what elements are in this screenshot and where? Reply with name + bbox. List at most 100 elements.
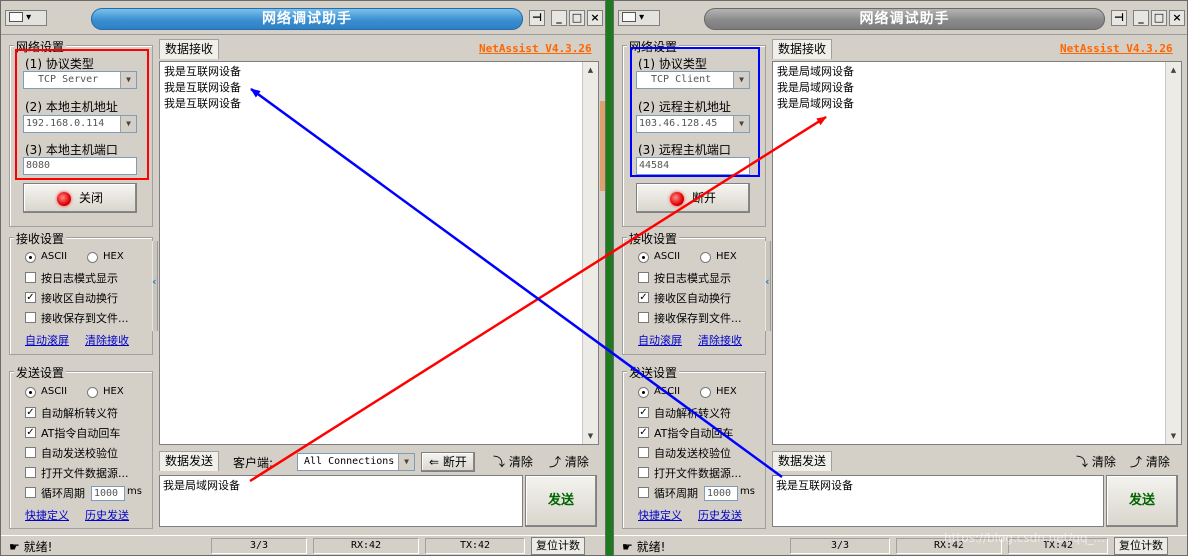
tab-data-send[interactable]: 数据发送 xyxy=(772,451,833,471)
send-file-source-label: 打开文件数据源... xyxy=(654,467,742,480)
send-ascii-radio[interactable] xyxy=(25,387,36,398)
port-label: (3) 远程主机端口 xyxy=(638,143,731,157)
recv-hex-radio[interactable] xyxy=(87,252,98,263)
send-at-cr-checkbox[interactable]: ✓ xyxy=(25,427,36,438)
send-ascii-radio[interactable] xyxy=(638,387,649,398)
history-send-link[interactable]: 历史发送 xyxy=(698,507,742,523)
auto-scroll-link[interactable]: 自动滚屏 xyxy=(25,332,69,348)
recv-ascii-label: ASCII xyxy=(41,251,68,262)
send-file-source-checkbox[interactable] xyxy=(638,467,649,478)
scroll-down-icon[interactable]: ▼ xyxy=(1166,428,1181,444)
chevron-down-icon: ▼ xyxy=(120,116,136,132)
recv-auto-wrap-label: 接收区自动换行 xyxy=(654,292,731,305)
client-select[interactable]: All Connections ▼ xyxy=(297,453,415,471)
brand-link[interactable]: NetAssist V4.3.26 xyxy=(1060,42,1173,55)
pin-icon[interactable]: ⊣ xyxy=(529,10,545,26)
clear-recv-link[interactable]: 清除接收 xyxy=(85,332,129,348)
receive-area[interactable]: 我是互联网设备 我是互联网设备 我是互联网设备 ▲ ▼ xyxy=(159,61,599,445)
send-hex-radio[interactable] xyxy=(87,387,98,398)
history-send-link[interactable]: 历史发送 xyxy=(85,507,129,523)
recv-ascii-radio[interactable] xyxy=(638,252,649,263)
tab-data-send[interactable]: 数据发送 xyxy=(159,451,220,471)
receive-scrollbar[interactable]: ▲ ▼ xyxy=(582,62,598,444)
recv-ascii-radio[interactable] xyxy=(25,252,36,263)
recv-save-file-checkbox[interactable] xyxy=(25,312,36,323)
recv-hex-radio[interactable] xyxy=(700,252,711,263)
port-input[interactable]: 8080 xyxy=(23,157,137,175)
clear-recv-link[interactable]: 清除接收 xyxy=(698,332,742,348)
disconnect-client-button[interactable]: ⇐ 断开 xyxy=(421,452,475,472)
send-file-source-label: 打开文件数据源... xyxy=(41,467,129,480)
protocol-select[interactable]: TCP Client ▼ xyxy=(636,71,750,89)
receive-scrollbar[interactable]: ▲ ▼ xyxy=(1165,62,1181,444)
send-input[interactable]: 我是互联网设备 xyxy=(772,475,1104,527)
send-button[interactable]: 发送 xyxy=(1106,475,1178,527)
port-label: (3) 本地主机端口 xyxy=(25,143,118,157)
recv-auto-wrap-checkbox[interactable]: ✓ xyxy=(25,292,36,303)
disconnect-button[interactable]: 断开 xyxy=(636,183,750,213)
send-file-source-checkbox[interactable] xyxy=(25,467,36,478)
send-escape-checkbox[interactable]: ✓ xyxy=(638,407,649,418)
close-button[interactable]: × xyxy=(1169,10,1185,26)
recv-log-mode-checkbox[interactable] xyxy=(25,272,36,283)
maximize-button[interactable]: □ xyxy=(569,10,585,26)
title-bar[interactable]: ▾ 网络调试助手 ⊣ _ □ × xyxy=(614,1,1187,35)
panel-splitter[interactable]: ‹ xyxy=(152,241,158,331)
send-input[interactable]: 我是局域网设备 xyxy=(159,475,523,527)
host-select[interactable]: 103.46.128.45 ▼ xyxy=(636,115,750,133)
quick-define-link[interactable]: 快捷定义 xyxy=(25,507,69,523)
clear-send-button[interactable]: ⤵ 清除 xyxy=(493,453,533,471)
scroll-up-icon[interactable]: ▲ xyxy=(1166,62,1181,78)
host-select[interactable]: 192.168.0.114 ▼ xyxy=(23,115,137,133)
send-checksum-checkbox[interactable] xyxy=(25,447,36,458)
brand-link[interactable]: NetAssist V4.3.26 xyxy=(479,42,592,55)
reset-counter-button[interactable]: 复位计数 xyxy=(1114,537,1168,555)
send-hex-label: HEX xyxy=(716,386,737,397)
reset-counter-button[interactable]: 复位计数 xyxy=(531,537,585,555)
pin-icon[interactable]: ⊣ xyxy=(1111,10,1127,26)
send-button[interactable]: 发送 xyxy=(525,475,597,527)
window-server: ▾ 网络调试助手 ⊣ _ □ × 网络设置 (1) 协议类型 TCP Serve… xyxy=(0,0,606,556)
edge-bar xyxy=(600,101,605,191)
system-menu-button[interactable]: ▾ xyxy=(618,10,660,26)
clear-counter-button[interactable]: ⤴ 清除 xyxy=(549,453,589,471)
clear-down-icon: ⤵ xyxy=(493,455,509,469)
recv-save-file-checkbox[interactable] xyxy=(638,312,649,323)
send-checksum-label: 自动发送校验位 xyxy=(654,447,731,460)
recv-line: 我是互联网设备 xyxy=(164,65,241,78)
send-cycle-checkbox[interactable] xyxy=(638,487,649,498)
clear-counter-button[interactable]: ⤴ 清除 xyxy=(1130,453,1170,471)
send-hex-radio[interactable] xyxy=(700,387,711,398)
auto-scroll-link[interactable]: 自动滚屏 xyxy=(638,332,682,348)
send-cycle-checkbox[interactable] xyxy=(25,487,36,498)
send-checksum-checkbox[interactable] xyxy=(638,447,649,458)
send-at-cr-checkbox[interactable]: ✓ xyxy=(638,427,649,438)
system-menu-button[interactable]: ▾ xyxy=(5,10,47,26)
minimize-button[interactable]: _ xyxy=(1133,10,1149,26)
title-bar[interactable]: ▾ 网络调试助手 ⊣ _ □ × xyxy=(1,1,605,35)
port-input[interactable]: 44584 xyxy=(636,157,750,175)
cycle-period-input[interactable]: 1000 xyxy=(91,486,125,501)
scroll-down-icon[interactable]: ▼ xyxy=(583,428,598,444)
recv-auto-wrap-checkbox[interactable]: ✓ xyxy=(638,292,649,303)
protocol-select[interactable]: TCP Server ▼ xyxy=(23,71,137,89)
maximize-button[interactable]: □ xyxy=(1151,10,1167,26)
tab-data-receive[interactable]: 数据接收 xyxy=(772,39,833,59)
close-connection-button[interactable]: 关闭 xyxy=(23,183,137,213)
scroll-up-icon[interactable]: ▲ xyxy=(583,62,598,78)
recv-auto-wrap-label: 接收区自动换行 xyxy=(41,292,118,305)
tab-data-receive[interactable]: 数据接收 xyxy=(159,39,220,59)
cycle-period-input[interactable]: 1000 xyxy=(704,486,738,501)
minimize-button[interactable]: _ xyxy=(551,10,567,26)
chevron-left-icon: ‹ xyxy=(152,275,157,288)
quick-define-link[interactable]: 快捷定义 xyxy=(638,507,682,523)
protocol-label: (1) 协议类型 xyxy=(638,57,707,71)
send-ascii-label: ASCII xyxy=(41,386,68,397)
close-button[interactable]: × xyxy=(587,10,603,26)
recv-log-mode-checkbox[interactable] xyxy=(638,272,649,283)
cycle-unit: ms xyxy=(127,486,142,497)
send-escape-checkbox[interactable]: ✓ xyxy=(25,407,36,418)
panel-splitter[interactable]: ‹ xyxy=(765,241,771,331)
clear-send-button[interactable]: ⤵ 清除 xyxy=(1076,453,1116,471)
receive-area[interactable]: 我是局域网设备 我是局域网设备 我是局域网设备 ▲ ▼ xyxy=(772,61,1182,445)
